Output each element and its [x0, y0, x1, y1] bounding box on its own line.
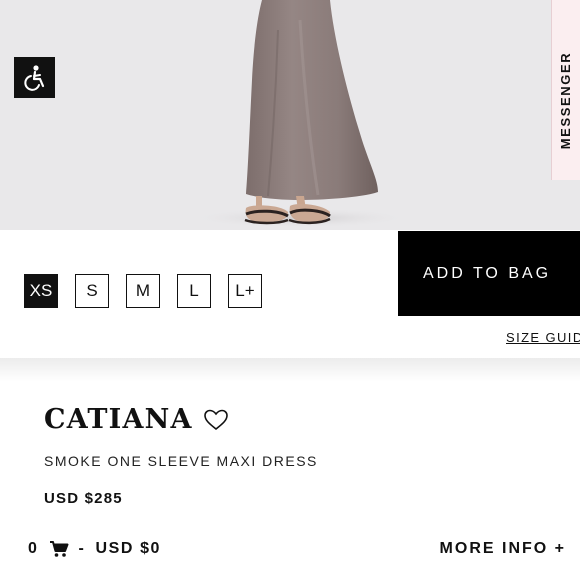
cart-count: 0 — [28, 540, 39, 557]
wishlist-heart-button[interactable] — [203, 408, 229, 432]
wheelchair-icon — [23, 64, 44, 91]
size-selector: XS S M L L+ — [24, 274, 262, 308]
more-info-button[interactable]: MORE INFO + — [440, 540, 566, 558]
cart-icon — [49, 540, 69, 558]
product-price: USD $285 — [44, 490, 123, 507]
brand-name: CATIANA — [44, 404, 193, 435]
messenger-label: MESSENGER — [558, 51, 574, 149]
accessibility-button[interactable] — [14, 57, 55, 98]
product-photo — [0, 0, 580, 230]
section-divider — [0, 358, 580, 382]
dress-image — [190, 0, 410, 228]
heart-icon — [203, 409, 228, 430]
add-to-bag-button[interactable]: ADD TO BAG — [398, 231, 580, 316]
size-option-l-plus[interactable]: L+ — [228, 274, 262, 308]
brand-row: CATIANA — [44, 404, 229, 435]
cart-separator: - — [78, 540, 86, 557]
size-option-s[interactable]: S — [75, 274, 109, 308]
size-option-l[interactable]: L — [177, 274, 211, 308]
cart-summary[interactable]: 0 - USD $0 — [28, 540, 161, 558]
product-name: SMOKE ONE SLEEVE MAXI DRESS — [44, 453, 318, 469]
size-guide-link[interactable]: SIZE GUID — [506, 330, 580, 345]
size-option-xs[interactable]: XS — [24, 274, 58, 308]
messenger-tab[interactable]: MESSENGER — [551, 0, 580, 180]
cart-total: USD $0 — [95, 540, 162, 557]
size-option-m[interactable]: M — [126, 274, 160, 308]
